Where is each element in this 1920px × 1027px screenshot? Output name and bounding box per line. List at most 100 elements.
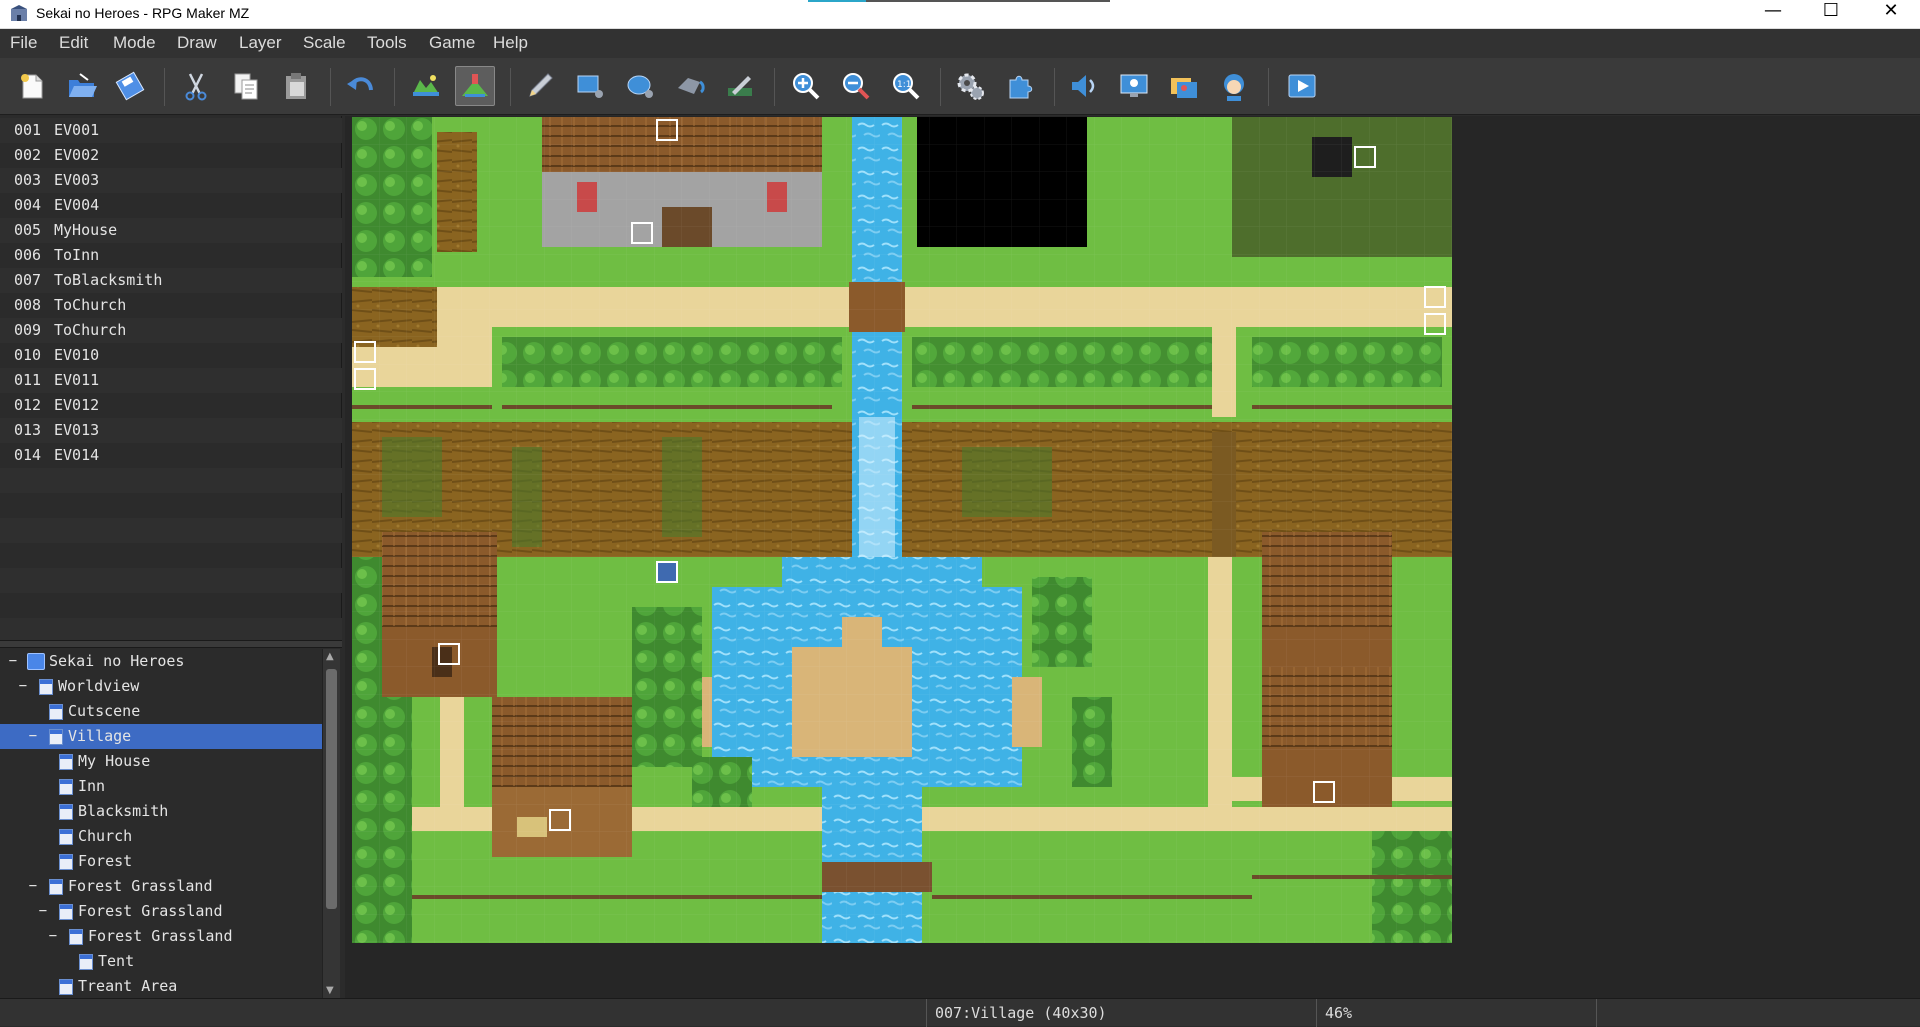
event-number: 001 — [14, 121, 42, 139]
map-icon — [59, 804, 73, 820]
tree-item-label: Worldview — [58, 677, 140, 695]
tree-item-map[interactable]: Church — [0, 824, 322, 849]
flood-fill-icon[interactable] — [670, 66, 710, 106]
empty-event-row — [0, 568, 342, 593]
tree-item-label: My House — [78, 752, 151, 770]
event-row[interactable]: 004 EV004 — [0, 193, 342, 218]
tree-item-map-selected[interactable]: − Village — [0, 724, 322, 749]
collapse-icon[interactable]: − — [26, 724, 40, 749]
sound-test-icon[interactable] — [1064, 66, 1104, 106]
event-row[interactable]: 007 ToBlacksmith — [0, 268, 342, 293]
tree-item-map[interactable]: − Forest Grassland — [0, 924, 322, 949]
toolbar-separator — [940, 68, 941, 106]
undo-icon[interactable] — [340, 66, 380, 106]
svg-text:1:1: 1:1 — [897, 80, 911, 90]
database-icon[interactable] — [950, 66, 990, 106]
save-project-icon[interactable] — [110, 66, 150, 106]
copy-icon[interactable] — [226, 66, 266, 106]
menu-scale[interactable]: Scale — [303, 33, 346, 53]
event-list[interactable]: 001 EV001 002 EV002 003 EV003 004 EV004 005 M… — [0, 116, 342, 643]
event-name: EV013 — [54, 421, 100, 439]
collapse-icon[interactable]: − — [36, 899, 50, 924]
tree-item-map[interactable]: − Forest Grassland — [0, 874, 322, 899]
collapse-icon[interactable]: − — [16, 674, 30, 699]
tree-item-label: Forest Grassland — [88, 927, 233, 945]
tree-item-map[interactable]: My House — [0, 749, 322, 774]
menu-draw[interactable]: Draw — [177, 33, 217, 53]
event-number: 008 — [14, 296, 42, 314]
map-tree[interactable]: − Sekai no Heroes − Worldview Cutscene −… — [0, 649, 342, 998]
event-row[interactable]: 011 EV011 — [0, 368, 342, 393]
tree-item-map[interactable]: Inn — [0, 774, 322, 799]
menu-mode[interactable]: Mode — [113, 33, 156, 53]
plugin-manager-icon[interactable] — [1000, 66, 1040, 106]
tree-item-map[interactable]: Tent — [0, 949, 322, 974]
tree-item-map[interactable]: Cutscene — [0, 699, 322, 724]
panel-splitter[interactable] — [0, 640, 342, 648]
zoom-out-icon[interactable] — [836, 66, 876, 106]
close-button[interactable]: ✕ — [1862, 0, 1920, 29]
shadow-pen-icon[interactable] — [720, 66, 760, 106]
tree-item-map[interactable]: − Worldview — [0, 674, 322, 699]
event-searcher-icon[interactable] — [1114, 66, 1154, 106]
event-row[interactable]: 013 EV013 — [0, 418, 342, 443]
tree-item-map[interactable]: Forest — [0, 849, 322, 874]
event-row[interactable]: 010 EV010 — [0, 343, 342, 368]
tree-item-map[interactable]: Blacksmith — [0, 799, 322, 824]
menu-edit[interactable]: Edit — [59, 33, 88, 53]
resource-manager-icon[interactable] — [1164, 66, 1204, 106]
event-row[interactable]: 005 MyHouse — [0, 218, 342, 243]
event-row[interactable]: 002 EV002 — [0, 143, 342, 168]
open-project-icon[interactable] — [62, 66, 102, 106]
event-row[interactable]: 006 ToInn — [0, 243, 342, 268]
title-bar: Sekai no Heroes - RPG Maker MZ — ☐ ✕ — [0, 0, 1920, 29]
map-mode-icon[interactable] — [406, 66, 446, 106]
collapse-icon[interactable]: − — [6, 649, 20, 674]
menu-file[interactable]: File — [10, 33, 37, 53]
event-name: EV001 — [54, 121, 100, 139]
event-row[interactable]: 012 EV012 — [0, 393, 342, 418]
maximize-button[interactable]: ☐ — [1802, 0, 1860, 29]
event-row[interactable]: 001 EV001 — [0, 118, 342, 143]
menu-game[interactable]: Game — [429, 33, 475, 53]
tree-item-label: Tent — [98, 952, 135, 970]
pencil-icon[interactable] — [520, 66, 560, 106]
tree-item-map[interactable]: − Forest Grassland — [0, 899, 322, 924]
tree-item-map[interactable]: Treant Area — [0, 974, 322, 998]
collapse-icon[interactable]: − — [26, 874, 40, 899]
menu-tools[interactable]: Tools — [367, 33, 407, 53]
toolbar-separator — [394, 68, 395, 106]
zoom-in-icon[interactable] — [786, 66, 826, 106]
rectangle-icon[interactable] — [570, 66, 610, 106]
scroll-down-icon[interactable]: ▼ — [326, 985, 334, 996]
scroll-up-icon[interactable]: ▲ — [326, 651, 334, 662]
event-name: ToInn — [54, 246, 100, 264]
event-row[interactable]: 003 EV003 — [0, 168, 342, 193]
paste-icon[interactable] — [276, 66, 316, 106]
map-tree-scrollbar[interactable]: ▲ ▼ — [322, 649, 340, 998]
character-generator-icon[interactable] — [1214, 66, 1254, 106]
actual-size-icon[interactable]: 1:1 — [886, 66, 926, 106]
event-mode-icon[interactable] — [455, 66, 495, 106]
event-row[interactable]: 014 EV014 — [0, 443, 342, 468]
toolbar-separator — [1054, 68, 1055, 106]
map-canvas[interactable] — [352, 117, 1452, 943]
menu-layer[interactable]: Layer — [239, 33, 282, 53]
event-number: 010 — [14, 346, 42, 364]
empty-event-row — [0, 518, 342, 543]
event-row[interactable]: 008 ToChurch — [0, 293, 342, 318]
ellipse-icon[interactable] — [620, 66, 660, 106]
cut-icon[interactable] — [176, 66, 216, 106]
scrollbar-thumb[interactable] — [326, 669, 337, 909]
event-name: EV014 — [54, 446, 100, 464]
toolbar-separator — [774, 68, 775, 106]
collapse-icon[interactable]: − — [46, 924, 60, 949]
map-editor-area[interactable] — [345, 116, 1920, 998]
event-row[interactable]: 009 ToChurch — [0, 318, 342, 343]
minimize-button[interactable]: — — [1744, 0, 1802, 29]
map-icon — [49, 879, 63, 895]
tree-item-project[interactable]: − Sekai no Heroes — [0, 649, 322, 674]
playtest-icon[interactable] — [1282, 66, 1322, 106]
new-project-icon[interactable] — [12, 66, 52, 106]
menu-help[interactable]: Help — [493, 33, 528, 53]
